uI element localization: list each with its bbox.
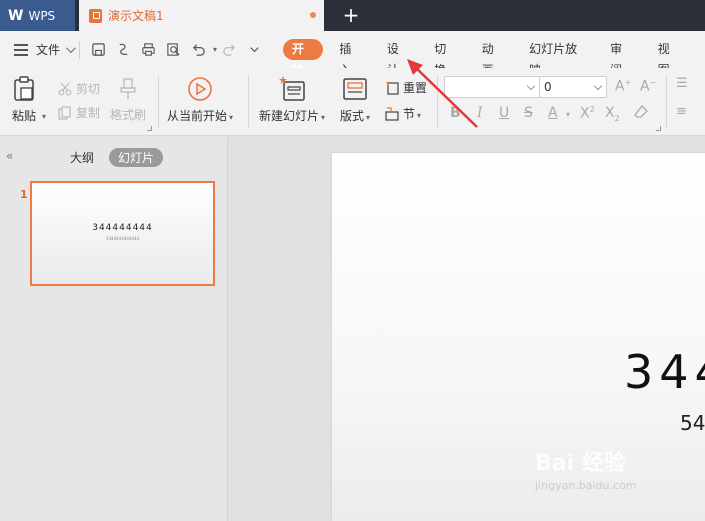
thumbnail-subtitle: 5444444444444 <box>105 236 140 241</box>
divider <box>248 76 249 128</box>
cut-button[interactable]: 剪切 <box>58 80 100 97</box>
tab-animations[interactable]: 动画 <box>482 39 504 77</box>
slide-thumbnail[interactable]: 344444444 5444444444444 <box>30 181 215 286</box>
new-slide-button[interactable]: 新建幻灯片 ▾ <box>259 76 325 124</box>
ribbon-toolbar: 粘贴 ▾ 剪切 复制 格式刷 从当前开始 ▾ 新建幻灯片 ▾ 版式 ▾ 重置 节 ▾ <box>0 68 705 136</box>
copy-button[interactable]: 复制 <box>58 104 100 121</box>
tab-transitions[interactable]: 切换 <box>434 39 456 77</box>
new-slide-label: 新建幻灯片 ▾ <box>259 109 326 123</box>
document-tab[interactable]: 演示文稿1 <box>79 0 324 31</box>
ribbon-tabs: 开始 插入 设计 切换 动画 幻灯片放映 审阅 视图 <box>283 39 705 77</box>
format-painter-button[interactable]: 格式刷 <box>110 78 146 123</box>
save-icon[interactable] <box>90 41 107 58</box>
thumbnail-title: 344444444 <box>92 223 153 233</box>
tab-outline[interactable]: 大纲 <box>70 149 94 166</box>
new-slide-icon <box>279 76 305 101</box>
unsaved-indicator-icon <box>310 12 316 18</box>
divider <box>666 76 667 128</box>
underline-icon[interactable]: U <box>499 105 509 121</box>
paste-button[interactable]: 粘贴 <box>12 76 36 124</box>
title-bar: W WPS 演示文稿1 + <box>0 0 705 31</box>
font-group-expand-icon[interactable] <box>656 126 661 131</box>
align-left-icon[interactable]: ≡ <box>676 104 687 119</box>
slide-title-text[interactable]: 344 <box>624 345 705 399</box>
document-tab-title: 演示文稿1 <box>108 9 164 23</box>
divider <box>158 76 159 128</box>
reset-label: 重置 <box>403 81 428 95</box>
slides-panel: « 大纲 幻灯片 1 344444444 5444444444444 <box>0 137 228 521</box>
reset-button[interactable]: 重置 <box>385 79 427 96</box>
chevron-down-icon <box>65 43 76 54</box>
cut-label: 剪切 <box>76 82 101 96</box>
undo-icon[interactable] <box>190 41 207 58</box>
play-from-current-label: 从当前开始 ▾ <box>167 109 234 123</box>
slide-number: 1 <box>20 188 28 201</box>
clear-format-icon[interactable] <box>633 104 649 124</box>
collapse-panel-icon[interactable]: « <box>6 149 13 163</box>
format-painter-label: 格式刷 <box>110 108 147 122</box>
play-from-current-button[interactable]: 从当前开始 ▾ <box>167 76 233 124</box>
wps-home-tab[interactable]: W WPS <box>0 0 75 31</box>
tab-design[interactable]: 设计 <box>387 39 409 77</box>
increase-font-icon[interactable]: A+ <box>615 78 631 95</box>
clipboard-group-expand-icon[interactable] <box>147 126 152 131</box>
bold-icon[interactable]: B <box>450 105 461 121</box>
menu-bar: 文件 ▾ 开始 插入 设计 切换 动画 幻灯片放映 审阅 视图 <box>0 31 705 77</box>
bullet-list-icon[interactable]: ☰ <box>676 76 688 91</box>
tab-insert[interactable]: 插入 <box>339 39 361 77</box>
watermark-url: jingyan.baidu.com <box>535 479 637 492</box>
print-icon[interactable] <box>140 41 157 58</box>
tab-slides[interactable]: 幻灯片 <box>109 148 164 167</box>
paste-label: 粘贴 <box>12 109 37 123</box>
copy-label: 复制 <box>76 106 101 120</box>
file-menu-button[interactable]: 文件 <box>36 41 76 58</box>
scissors-icon <box>58 82 72 95</box>
file-menu-label: 文件 <box>36 43 61 57</box>
divider <box>437 76 438 128</box>
baidu-watermark: Bai 经验 jingyan.baidu.com <box>535 445 637 492</box>
presentation-file-icon <box>89 8 102 23</box>
section-label: 节 ▾ <box>403 107 422 121</box>
export-pdf-icon[interactable] <box>115 41 132 58</box>
tab-home[interactable]: 开始 <box>283 39 324 77</box>
font-color-dropdown-icon[interactable]: ▾ <box>566 110 570 119</box>
tab-slideshow[interactable]: 幻灯片放映 <box>529 39 585 77</box>
wps-logo-icon: W <box>8 7 23 24</box>
layout-icon <box>343 78 367 100</box>
slide-canvas[interactable]: 344 54 <box>332 153 705 521</box>
slide-subtitle-text[interactable]: 54 <box>680 411 705 435</box>
redo-icon[interactable] <box>221 41 238 58</box>
customize-toolbar-icon[interactable] <box>246 41 263 58</box>
copy-icon <box>58 105 71 120</box>
section-button[interactable]: 节 ▾ <box>385 105 421 122</box>
section-icon <box>385 106 399 121</box>
watermark-brand: Bai 经验 <box>535 451 626 476</box>
clipboard-icon <box>14 76 34 101</box>
subscript-icon[interactable]: X2 <box>605 105 620 123</box>
font-family-select[interactable] <box>444 76 540 98</box>
tab-review[interactable]: 审阅 <box>610 39 632 77</box>
play-icon <box>188 77 212 101</box>
layout-label: 版式 ▾ <box>340 109 371 123</box>
superscript-icon[interactable]: X2 <box>580 105 595 122</box>
wps-home-label: WPS <box>28 8 56 23</box>
print-preview-icon[interactable] <box>165 41 182 58</box>
tab-view[interactable]: 视图 <box>658 39 680 77</box>
undo-dropdown-icon[interactable]: ▾ <box>213 45 217 54</box>
new-tab-button[interactable]: + <box>340 3 362 27</box>
italic-icon[interactable]: I <box>477 105 483 121</box>
format-painter-icon <box>120 78 136 99</box>
menu-hamburger-icon[interactable] <box>14 43 28 56</box>
font-color-icon[interactable]: A <box>548 105 558 121</box>
paste-dropdown-icon[interactable]: ▾ <box>42 112 46 121</box>
divider <box>79 40 81 59</box>
layout-button[interactable]: 版式 ▾ <box>340 76 370 124</box>
strikethrough-icon[interactable]: S <box>524 105 533 121</box>
font-size-select[interactable]: 0 <box>539 76 607 98</box>
font-size-value: 0 <box>544 80 552 94</box>
decrease-font-icon[interactable]: A− <box>640 78 656 95</box>
reset-icon <box>386 81 399 95</box>
